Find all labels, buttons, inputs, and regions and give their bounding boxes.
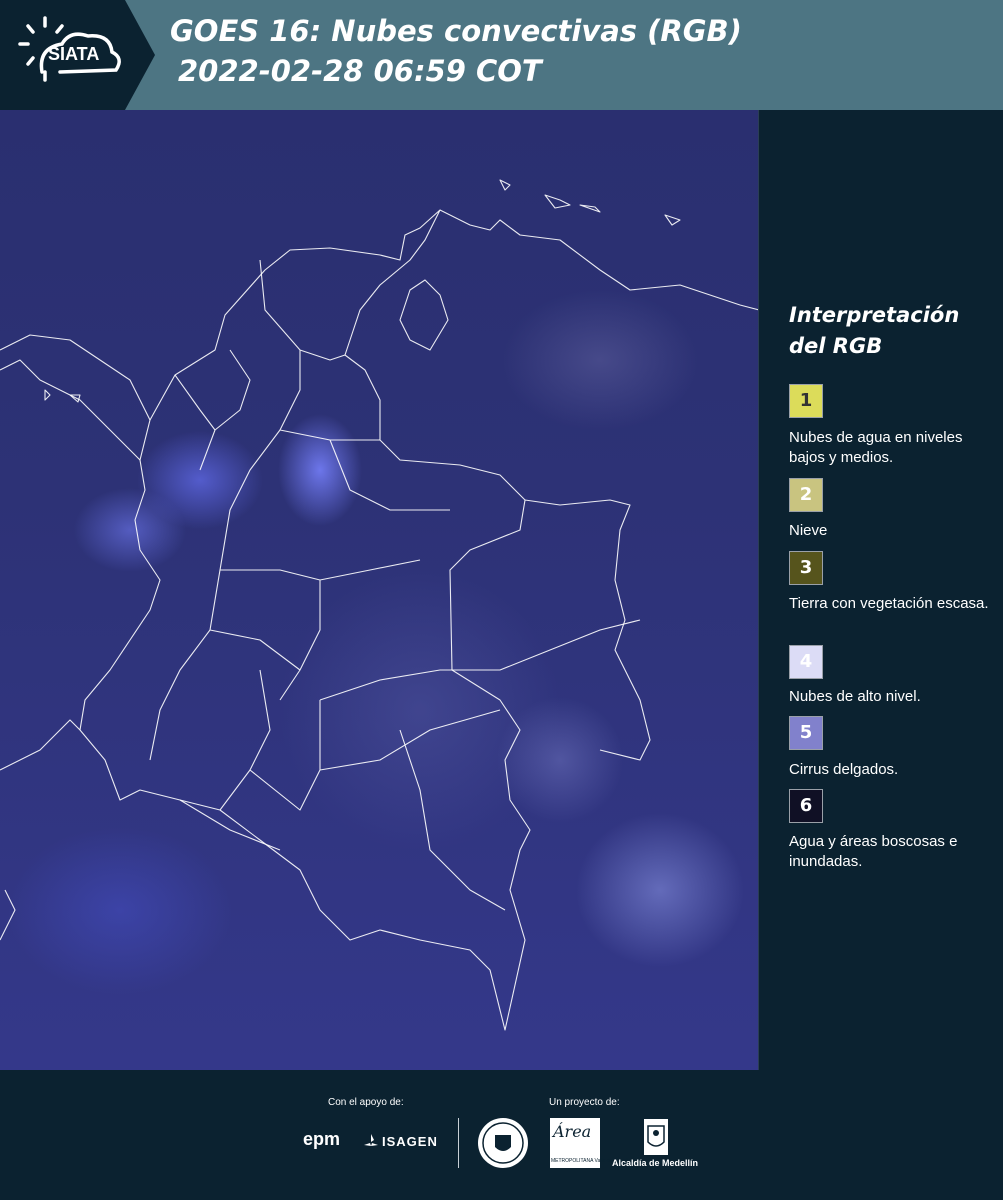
brazil-border xyxy=(452,619,641,671)
header-bar: SIATA GOES 16: Nubes convectivas (RGB) 2… xyxy=(0,0,1003,110)
venezuela-coast xyxy=(439,209,758,311)
legend-swatch-4: 4 xyxy=(789,645,823,679)
page-title-line1: GOES 16: Nubes convectivas (RGB) xyxy=(170,14,742,48)
legend-title: Interpretación del RGB xyxy=(789,303,960,358)
ecuador-coast xyxy=(0,719,81,941)
alcaldia-emblem-icon xyxy=(644,1119,668,1155)
legend-label-5: Cirrus delgados. xyxy=(789,761,899,778)
island-5 xyxy=(44,389,51,401)
epm-logo: epm xyxy=(303,1129,341,1149)
legend-label-3: Tierra con vegetación escasa. xyxy=(789,595,989,612)
project-label: Un proyecto de: xyxy=(549,1097,620,1108)
legend-label-4: Nubes de alto nivel. xyxy=(789,688,921,705)
colombia-boundary xyxy=(79,209,531,1031)
legend-swatch-5: 5 xyxy=(789,716,823,750)
island-2 xyxy=(544,194,571,209)
island-1 xyxy=(499,179,511,191)
legend-label-2: Nieve xyxy=(789,522,828,539)
venezuela-border-east xyxy=(524,499,651,761)
lake-maracaibo xyxy=(399,279,449,351)
support-label: Con el apoyo de: xyxy=(328,1097,404,1108)
legend-swatch-1: 1 xyxy=(789,384,823,418)
legend-label-6: Agua y áreas boscosas e inundadas. xyxy=(789,833,958,870)
island-6 xyxy=(69,394,81,403)
island-4 xyxy=(664,214,681,226)
island-3 xyxy=(579,204,601,213)
isagen-logo: ISAGEN xyxy=(382,1134,438,1149)
page-title-line2: 2022-02-28 06:59 COT xyxy=(178,54,542,88)
footer-divider xyxy=(458,1118,459,1168)
legend-swatch-3: 3 xyxy=(789,551,823,585)
boundary-lines xyxy=(0,179,758,1031)
siata-logo-text: SIATA xyxy=(48,44,100,64)
medellin-seal-icon xyxy=(478,1118,528,1168)
isagen-icon xyxy=(364,1134,378,1146)
panama-coast xyxy=(0,334,151,461)
legend-swatch-2: 2 xyxy=(789,478,823,512)
legend-label-1: Nubes de agua en niveles bajos y medios. xyxy=(789,429,963,466)
satellite-map xyxy=(0,110,759,1070)
area-logo-text: Área xyxy=(553,1122,592,1141)
alcaldia-logo-text: Alcaldía de Medellín xyxy=(612,1158,699,1168)
siata-logo: SIATA xyxy=(0,0,155,110)
legend-swatch-6: 6 xyxy=(789,789,823,823)
